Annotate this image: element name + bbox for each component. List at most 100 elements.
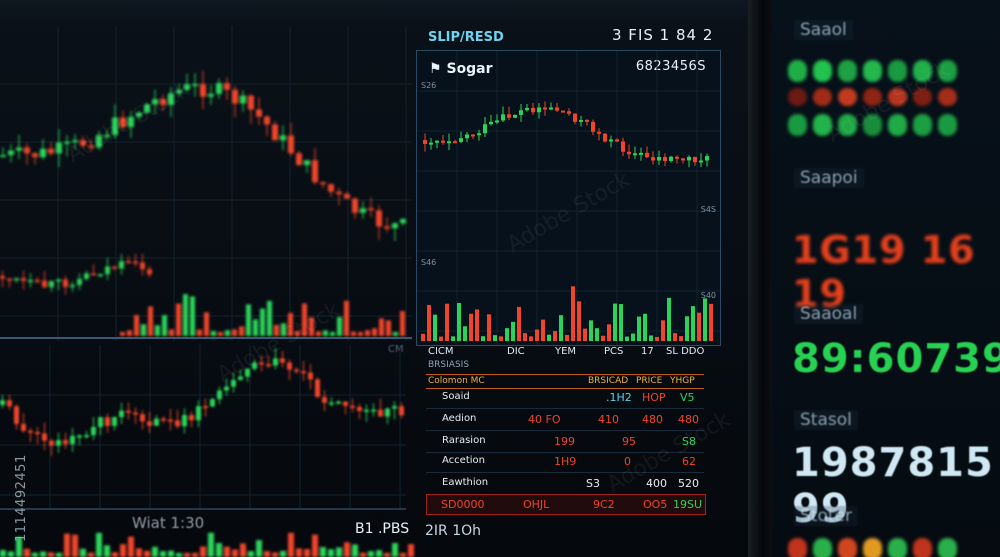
- volume-bar: [200, 546, 206, 557]
- volume-bar: [192, 552, 198, 557]
- volume-bar: [253, 319, 258, 336]
- volume-bar: [48, 552, 54, 557]
- volume-bar: [685, 316, 689, 341]
- volume-bar: [667, 297, 671, 341]
- candle-body: [693, 156, 697, 163]
- candle-body: [465, 134, 469, 139]
- volume-bar: [386, 320, 391, 336]
- candle-body: [301, 371, 306, 374]
- volume-bar: [312, 534, 318, 557]
- row-label: Soaid: [442, 391, 470, 402]
- candle-body: [429, 142, 433, 145]
- candle-body: [0, 400, 5, 405]
- candle-body: [555, 107, 559, 111]
- volume-bar: [248, 551, 254, 557]
- bottom-candle-chart: [0, 345, 406, 510]
- volume-bar: [288, 532, 294, 557]
- volume-bar: [360, 552, 366, 557]
- table-row[interactable]: Soaid .1H2 HOP V5: [426, 388, 704, 409]
- volume-bar: [625, 336, 629, 341]
- y-tick: S46: [421, 258, 437, 267]
- candle-body: [232, 89, 238, 104]
- volume-bar: [493, 335, 497, 341]
- volume-bar: [439, 336, 443, 341]
- volume-bar: [323, 330, 328, 336]
- column-header[interactable]: Colomon MC: [428, 376, 485, 386]
- main-panel-top-right: 3 FIS 1 84 2: [612, 26, 714, 44]
- row-label: SD0000: [441, 498, 485, 511]
- candle-body: [483, 124, 487, 134]
- candle-body: [357, 406, 362, 411]
- candle-body: [49, 440, 54, 446]
- volume-bar: [344, 542, 350, 557]
- ticker-label: Saaol: [794, 20, 853, 40]
- candle-body: [543, 107, 547, 110]
- volume-bar: [96, 532, 102, 557]
- candle-body: [161, 418, 166, 421]
- volume-bar: [511, 321, 515, 341]
- candle-body: [98, 417, 103, 427]
- volume-bar: [433, 314, 437, 341]
- row-label: Accetion: [442, 455, 485, 466]
- volume-bar: [463, 326, 467, 341]
- candle-body: [579, 119, 583, 122]
- ticker-value-green: 89:60739: [792, 336, 1000, 382]
- volume-bar: [499, 336, 503, 341]
- volume-bar: [709, 303, 713, 341]
- candle-body: [687, 156, 691, 161]
- cell: 410: [598, 413, 619, 426]
- candle-body: [320, 182, 326, 185]
- candle-body: [385, 408, 390, 417]
- candle-body: [573, 113, 577, 122]
- volume-bar: [649, 335, 653, 341]
- volume-bar: [134, 315, 139, 336]
- candle-body: [312, 160, 318, 183]
- volume-bar: [400, 311, 405, 336]
- candle-body: [175, 420, 180, 427]
- cell: OO5: [643, 498, 668, 511]
- candle-body: [70, 435, 75, 445]
- volume-bar: [445, 303, 449, 341]
- volume-bar: [655, 336, 659, 341]
- volume-bar: [239, 326, 244, 336]
- row-label: Rarasion: [442, 435, 486, 446]
- candle-body: [24, 147, 30, 154]
- table-row[interactable]: Aedion 40 FO 410 480 480: [426, 410, 704, 431]
- volume-bar: [697, 312, 701, 341]
- candle-body: [147, 421, 152, 426]
- volume-bar: [183, 294, 188, 336]
- main-panel-header[interactable]: SLIP/RESD: [428, 30, 504, 45]
- volume-bar: [104, 545, 110, 557]
- volume-bar: [637, 316, 641, 341]
- volume-bar: [232, 329, 237, 336]
- volume-bar: [240, 543, 246, 557]
- cell: 480: [642, 413, 663, 426]
- candle-body: [192, 84, 198, 87]
- x-label: SL DDO: [666, 346, 705, 357]
- volume-bar: [216, 543, 222, 557]
- candle-body: [133, 412, 138, 415]
- candle-body: [266, 364, 271, 367]
- candle-body: [501, 114, 505, 121]
- candle-body: [669, 156, 673, 162]
- volume-bar: [400, 552, 406, 557]
- column-header[interactable]: PRICE: [636, 376, 662, 386]
- column-header[interactable]: YHGP: [670, 376, 695, 386]
- candle-body: [471, 134, 475, 137]
- volume-bar: [204, 312, 209, 336]
- volume-bar: [451, 336, 455, 341]
- volume-bar: [127, 330, 132, 336]
- volume-bar: [168, 550, 174, 557]
- left-chart-panel: [0, 26, 412, 341]
- highlighted-row[interactable]: SD0000 OHJL 9C2 OO5 19SU: [426, 494, 706, 515]
- candle-body: [328, 184, 334, 192]
- candle-body: [344, 194, 350, 199]
- volume-bar: [559, 315, 563, 341]
- volume-bar: [267, 300, 272, 336]
- ticker-label: Saapoi: [794, 168, 864, 188]
- candle-body: [352, 198, 358, 213]
- table-row[interactable]: Eawthion S3 400 520: [426, 474, 704, 495]
- cell: 520: [678, 477, 699, 490]
- column-header[interactable]: BRSICAD: [588, 376, 628, 386]
- volume-bar: [703, 298, 707, 341]
